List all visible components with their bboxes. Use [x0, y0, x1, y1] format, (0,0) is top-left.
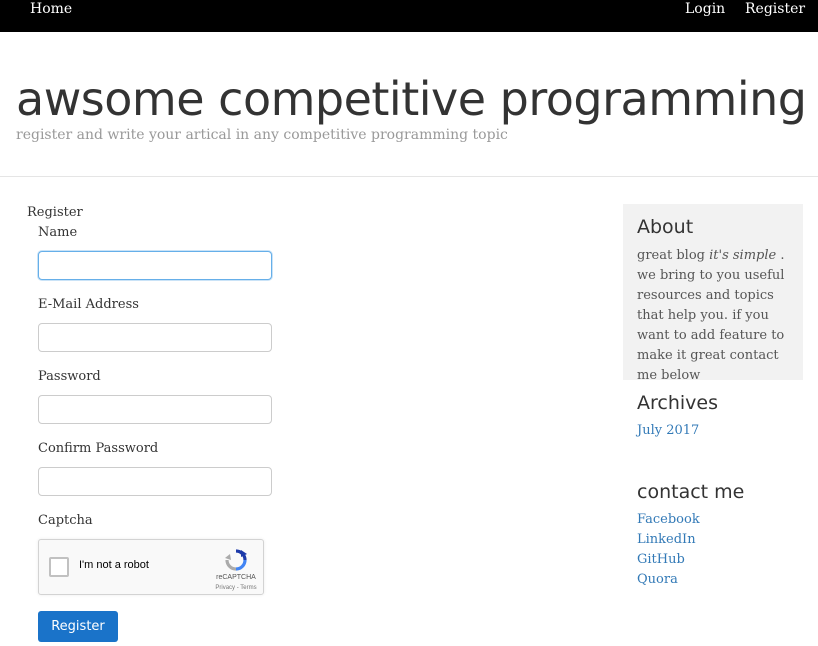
header-divider — [0, 176, 818, 177]
archives-heading: Archives — [637, 392, 718, 414]
contact-heading: contact me — [637, 481, 745, 503]
captcha-label: Captcha — [38, 513, 93, 528]
password-label: Password — [38, 369, 101, 384]
about-text-start: great blog — [637, 248, 710, 263]
about-heading: About — [637, 216, 694, 238]
about-text-end: . we bring to you useful resources and t… — [637, 248, 785, 383]
name-label: Name — [38, 225, 78, 240]
recaptcha-text: I'm not a robot — [79, 559, 149, 571]
confirm-password-input[interactable] — [38, 467, 272, 496]
nav-login-link[interactable]: Login — [685, 0, 725, 18]
email-label: E-Mail Address — [38, 297, 139, 312]
password-input[interactable] — [38, 395, 272, 424]
top-navbar: Home Login Register — [0, 0, 818, 32]
nav-register-link[interactable]: Register — [745, 0, 805, 18]
form-title: Register — [27, 205, 83, 220]
archive-link-july-2017[interactable]: July 2017 — [637, 423, 699, 438]
recaptcha-links[interactable]: Privacy - Terms — [212, 585, 260, 591]
site-title: awsome competitive programming — [16, 72, 807, 126]
recaptcha-widget: I'm not a robot reCAPTCHA Privacy - Term… — [38, 539, 264, 595]
email-input[interactable] — [38, 323, 272, 352]
quora-link[interactable]: Quora — [637, 572, 678, 587]
github-link[interactable]: GitHub — [637, 552, 685, 567]
recaptcha-icon — [225, 549, 247, 571]
about-emphasis: it's simple — [709, 248, 777, 263]
recaptcha-checkbox[interactable] — [49, 557, 69, 577]
nav-home-link[interactable]: Home — [30, 0, 72, 18]
about-text: great blog it's simple . we bring to you… — [637, 246, 797, 386]
linkedin-link[interactable]: LinkedIn — [637, 532, 696, 547]
recaptcha-brand: reCAPTCHA — [216, 574, 256, 581]
facebook-link[interactable]: Facebook — [637, 512, 700, 527]
register-submit-button[interactable]: Register — [38, 611, 118, 642]
name-input[interactable] — [38, 251, 272, 280]
site-tagline: register and write your artical in any c… — [16, 127, 508, 143]
confirm-password-label: Confirm Password — [38, 441, 159, 456]
